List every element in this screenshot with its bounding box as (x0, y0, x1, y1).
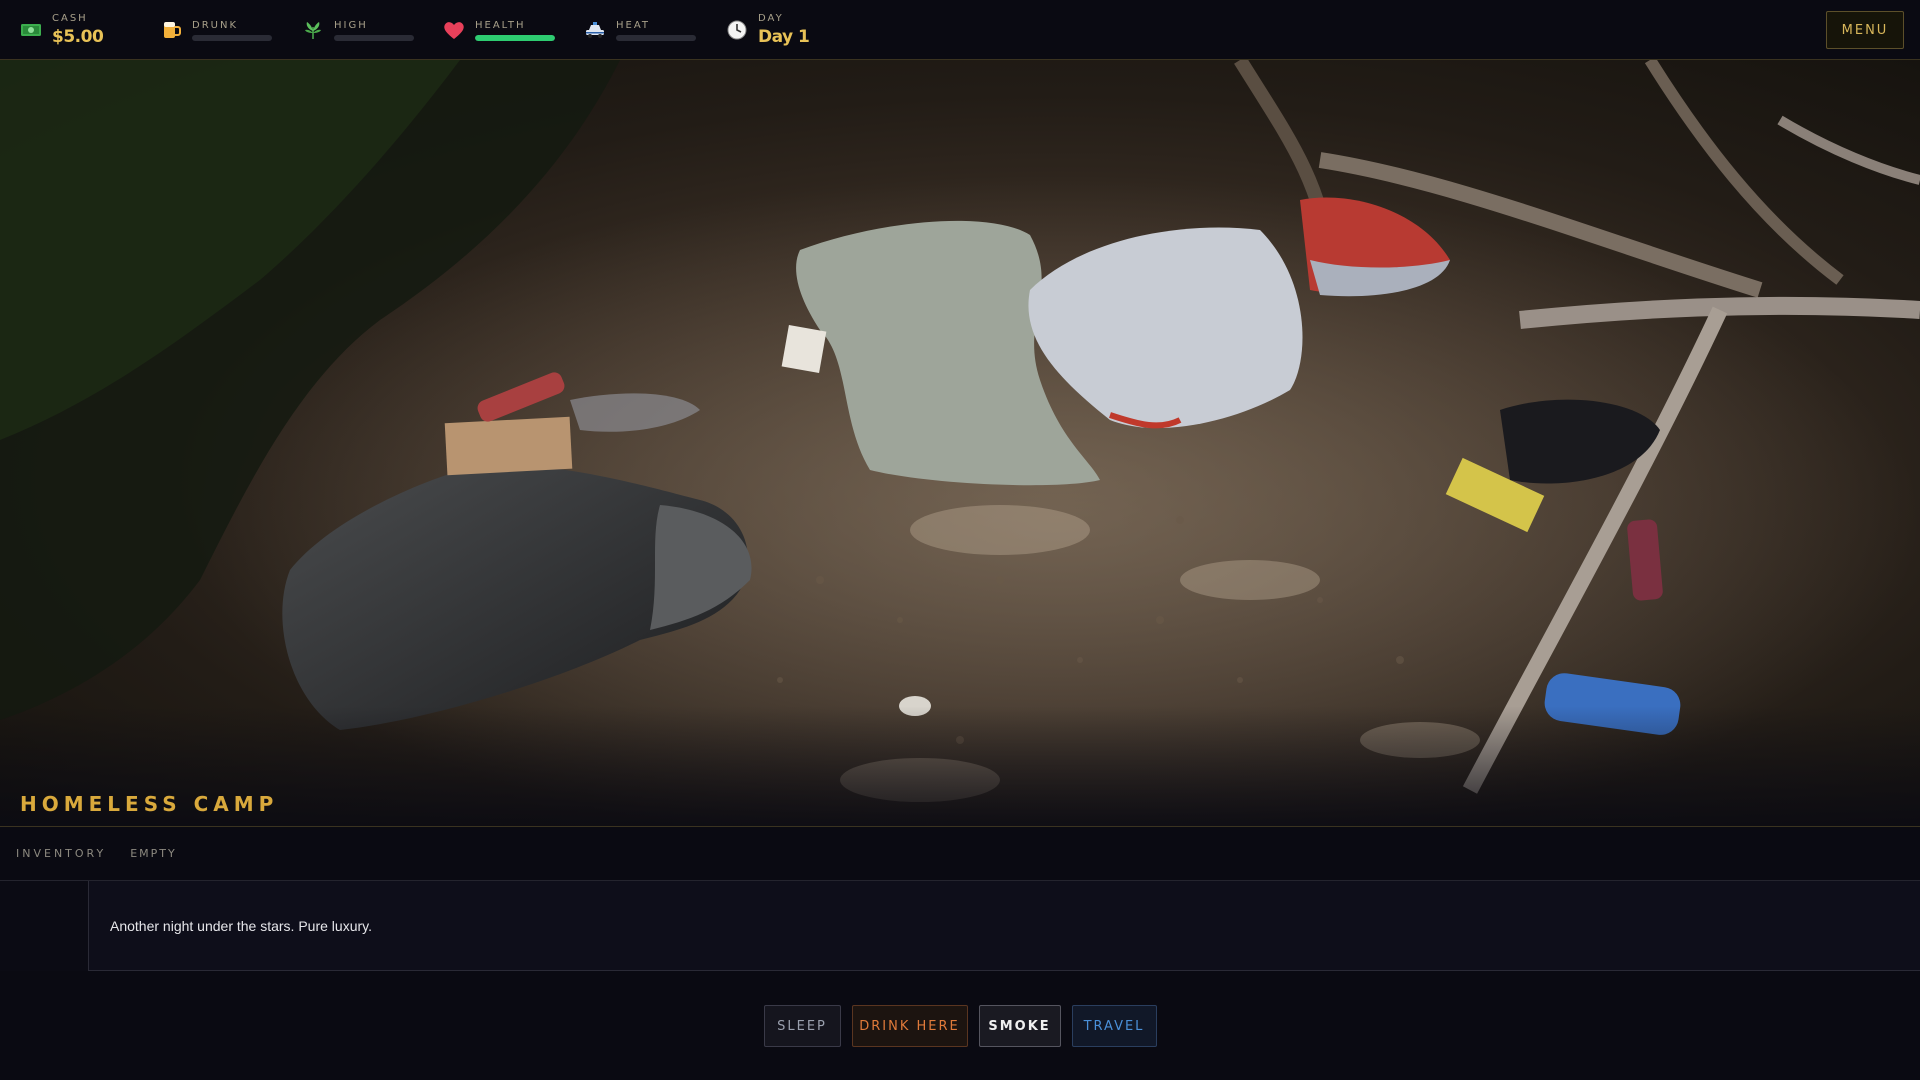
location-name: HOMELESS CAMP (20, 792, 279, 816)
beer-icon (158, 17, 184, 43)
police-car-icon (582, 17, 608, 43)
cash-label: CASH (52, 13, 88, 24)
clock-icon (724, 17, 750, 43)
menu-button[interactable]: MENU (1826, 11, 1904, 49)
heart-icon (441, 17, 467, 43)
leaf-icon (300, 17, 326, 43)
message-box: Another night under the stars. Pure luxu… (0, 881, 1920, 971)
travel-button[interactable]: TRAVEL (1071, 1005, 1157, 1047)
drunk-bar (192, 34, 272, 41)
health-label: HEALTH (475, 19, 526, 31)
high-bar (334, 34, 414, 41)
drunk-label: DRUNK (192, 19, 239, 31)
action-bar: SLEEP DRINK HERE SMOKE TRAVEL (0, 971, 1920, 1080)
day-value: Day 1 (758, 27, 810, 47)
health-bar-fill (475, 34, 555, 41)
drink-here-button[interactable]: DRINK HERE (851, 1005, 968, 1047)
cash-icon (18, 17, 44, 43)
high-label: HIGH (334, 19, 368, 31)
heat-stat: HEAT (582, 0, 696, 60)
hud-bar: CASH $5.00 DRUNK HIGH HEALTH HEAT DAY Da… (0, 0, 1920, 60)
inventory-empty-text: EMPTY (130, 847, 177, 860)
health-stat: HEALTH (441, 0, 555, 60)
heat-label: HEAT (616, 19, 651, 31)
sleep-button[interactable]: SLEEP (763, 1005, 841, 1047)
inventory-label: INVENTORY (16, 847, 107, 860)
character-portrait (0, 881, 89, 971)
cash-stat: CASH $5.00 (18, 0, 104, 60)
smoke-button[interactable]: SMOKE (978, 1005, 1061, 1047)
high-stat: HIGH (300, 0, 414, 60)
health-bar (475, 34, 555, 41)
scene-fade (0, 706, 1920, 826)
inventory-bar: INVENTORY EMPTY (0, 826, 1920, 881)
heat-bar (616, 34, 696, 41)
day-stat: DAY Day 1 (724, 0, 810, 60)
cash-value: $5.00 (52, 27, 104, 47)
drunk-stat: DRUNK (158, 0, 272, 60)
message-text: Another night under the stars. Pure luxu… (110, 918, 372, 934)
scene-view: HOMELESS CAMP (0, 60, 1920, 826)
day-label: DAY (758, 13, 784, 24)
